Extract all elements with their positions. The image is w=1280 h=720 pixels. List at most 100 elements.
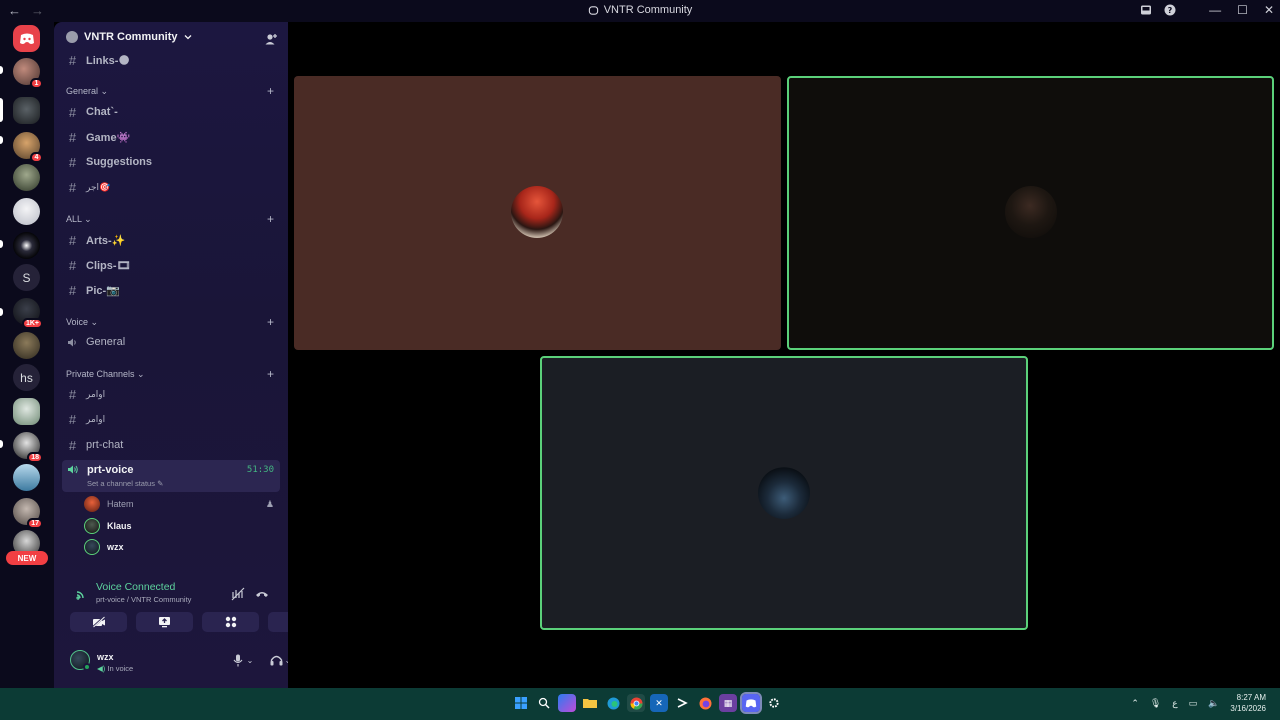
channel-arts[interactable]: # Arts-✨	[62, 229, 280, 251]
channel-name: General	[86, 336, 126, 348]
category-voice[interactable]: Voice ⌄	[66, 317, 98, 328]
unread-pill	[0, 66, 3, 74]
selected-pill	[0, 98, 3, 122]
language-indicator[interactable]: ع	[1172, 698, 1177, 709]
chevron-up-icon[interactable]: ⌃	[1131, 698, 1139, 709]
direct-messages-button[interactable]	[13, 25, 40, 52]
channel-links[interactable]: # Links-🌑	[62, 49, 280, 71]
volume-icon[interactable]: 🔈	[1208, 698, 1219, 709]
text-channel-icon: #	[68, 257, 77, 273]
voice-connected-title[interactable]: Voice Connected	[96, 581, 175, 593]
server-icon[interactable]	[13, 164, 40, 191]
activities-button[interactable]	[202, 612, 259, 632]
server-icon-s[interactable]: S	[13, 264, 40, 291]
screen-share-button[interactable]	[136, 612, 193, 632]
microphone-button[interactable]	[230, 652, 246, 668]
participant-avatar	[511, 186, 563, 238]
maximize-button[interactable]: ☐	[1237, 3, 1248, 17]
title-bar-right: ? — ☐ ✕	[1139, 3, 1274, 17]
text-channel-icon: #	[68, 232, 77, 248]
voice-channel-prt-voice[interactable]: prt-voice 51:30 Set a channel status ✎	[62, 460, 280, 492]
channel-game[interactable]: # Game👾	[62, 126, 280, 148]
voice-user-wzx[interactable]: wzx	[84, 537, 124, 557]
server-icon-hs[interactable]: hs	[13, 364, 40, 391]
add-channel-icon[interactable]: +	[267, 84, 274, 98]
channel-prt-chat[interactable]: # prt-chat	[62, 434, 280, 456]
camera-button[interactable]	[70, 612, 127, 632]
server-icon[interactable]	[13, 232, 40, 259]
channel-status-prompt[interactable]: Set a channel status ✎	[87, 479, 163, 488]
help-icon[interactable]: ?	[1163, 3, 1177, 17]
voice-user-klaus[interactable]: Klaus	[84, 516, 132, 536]
windows-start-icon[interactable]	[512, 694, 530, 712]
channel-awamer-2[interactable]: # اوامر	[62, 408, 280, 430]
server-icon-vntr[interactable]	[13, 97, 40, 124]
server-icon[interactable]: 1K+	[13, 298, 43, 329]
channel-name: Pic-📷	[86, 284, 120, 297]
category-general[interactable]: General ⌄	[66, 86, 108, 97]
unread-pill	[0, 240, 3, 248]
server-name-header[interactable]: VNTR Community	[66, 31, 192, 43]
network-icon[interactable]: ▭	[1189, 698, 1198, 709]
channel-clips[interactable]: # Clips-🎞	[62, 254, 280, 276]
current-username[interactable]: wzx	[97, 652, 114, 662]
clock[interactable]: 8:27 AM 3/16/2026	[1230, 692, 1266, 714]
channel-awamer-1[interactable]: # اوامر	[62, 383, 280, 405]
channel-arabic[interactable]: # اجر🎯	[62, 176, 280, 198]
server-icon[interactable]	[13, 464, 40, 491]
edge-icon[interactable]	[604, 694, 622, 712]
search-icon[interactable]	[535, 694, 553, 712]
invite-people-icon[interactable]	[264, 32, 278, 46]
file-explorer-icon[interactable]	[581, 694, 599, 712]
settings-icon[interactable]	[765, 694, 783, 712]
category-label: General ⌄	[66, 86, 109, 96]
noise-suppression-icon[interactable]	[230, 586, 246, 602]
channel-suggestions[interactable]: # Suggestions	[62, 151, 280, 173]
microphone-tray-icon[interactable]: 🎙	[1150, 698, 1161, 709]
participant-tile-hatem[interactable]	[294, 76, 781, 350]
user-panel: wzx ◀) In voice ⌄ ⌄	[62, 642, 320, 680]
server-icon[interactable]	[13, 398, 40, 425]
app-icon[interactable]: ✕	[650, 694, 668, 712]
server-icon[interactable]	[13, 198, 40, 225]
channel-name: prt-chat	[86, 439, 124, 451]
participant-tile-klaus[interactable]	[787, 76, 1274, 350]
channel-chat[interactable]: # Chat`-	[62, 101, 280, 123]
voice-username: Klaus	[107, 521, 132, 531]
user-avatar[interactable]	[70, 650, 91, 671]
signal-icon[interactable]	[74, 587, 88, 601]
chrome-icon[interactable]	[627, 694, 645, 712]
app-icon[interactable]: ▦	[719, 694, 737, 712]
speaker-icon	[68, 338, 76, 346]
inbox-icon[interactable]	[1139, 3, 1153, 17]
server-icon[interactable]: 18	[13, 432, 43, 463]
add-channel-icon[interactable]: +	[267, 367, 274, 381]
capcut-icon[interactable]	[673, 694, 691, 712]
add-channel-icon[interactable]: +	[267, 315, 274, 329]
category-all[interactable]: ALL ⌄	[66, 214, 92, 225]
server-icon[interactable]: 4	[13, 132, 43, 163]
voice-user-hatem[interactable]: Hatem	[84, 494, 134, 514]
voice-channel-general[interactable]: General	[62, 331, 280, 353]
category-label: ALL ⌄	[66, 214, 92, 224]
disconnect-icon[interactable]	[254, 586, 270, 602]
channel-pic[interactable]: # Pic-📷	[62, 279, 280, 301]
mic-options-chevron-icon[interactable]: ⌄	[245, 652, 255, 668]
channel-status-text: Set a channel status	[87, 479, 155, 488]
voice-connected-subtitle[interactable]: prt-voice / VNTR Community	[96, 595, 191, 604]
server-icon[interactable]: 1	[13, 58, 43, 89]
discord-taskbar-icon[interactable]	[740, 692, 762, 714]
channel-name: اوامر	[86, 413, 106, 424]
category-private[interactable]: Private Channels ⌄	[66, 369, 145, 380]
participant-tile-wzx[interactable]	[540, 356, 1028, 630]
pencil-icon: ✎	[157, 479, 164, 488]
server-icon[interactable]: 17	[13, 498, 43, 529]
firefox-icon[interactable]	[696, 694, 714, 712]
copilot-icon[interactable]	[558, 694, 576, 712]
headphones-button[interactable]	[268, 652, 284, 668]
server-icon[interactable]	[13, 332, 40, 359]
add-channel-icon[interactable]: +	[267, 212, 274, 226]
close-button[interactable]: ✕	[1264, 3, 1274, 17]
new-servers-badge[interactable]: NEW	[6, 551, 48, 565]
minimize-button[interactable]: —	[1209, 3, 1221, 17]
